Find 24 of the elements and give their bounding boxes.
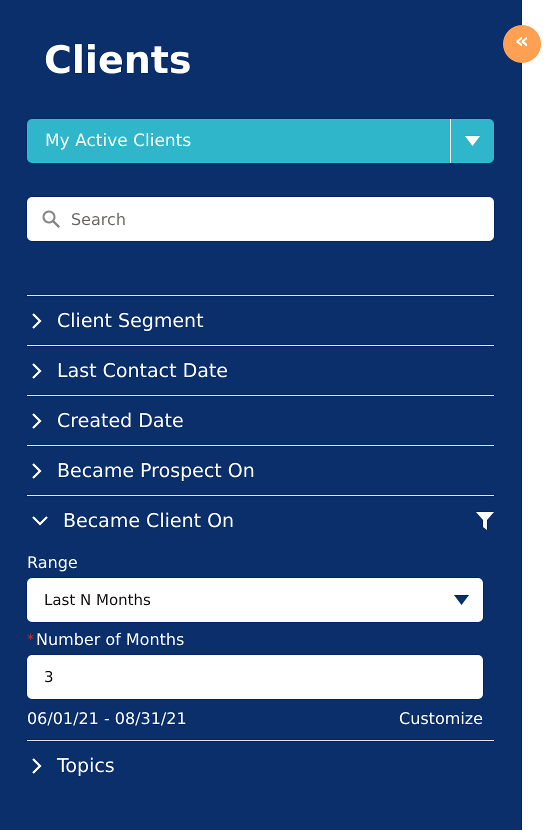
range-select[interactable]: Last N Months — [27, 578, 483, 622]
chevron-right-icon — [31, 756, 43, 774]
chevron-right-icon — [31, 312, 43, 330]
search-field[interactable]: Search — [27, 197, 494, 241]
filter-section-header[interactable]: Client Segment — [27, 296, 494, 345]
number-input[interactable]: 3 — [27, 655, 483, 699]
required-mark: * — [27, 632, 34, 648]
caret-down-icon — [454, 595, 469, 605]
filter-section-header[interactable]: Became Prospect On — [27, 446, 494, 495]
panel-title: Clients — [44, 37, 192, 84]
chevron-right-icon — [31, 412, 43, 430]
chevron-right-icon — [31, 462, 43, 480]
filter-section-header[interactable]: Became Client On — [27, 496, 494, 545]
field-label-text: Range — [27, 553, 78, 572]
chevron-right-icon — [31, 362, 43, 380]
filter-section-header[interactable]: Created Date — [27, 396, 494, 445]
field-label-text: Number of Months — [36, 630, 184, 649]
customize-link[interactable]: Customize — [399, 709, 483, 728]
date-range-text: 06/01/21 - 08/31/21 — [27, 709, 187, 728]
caret-down-icon — [465, 136, 480, 146]
filter-section-header[interactable]: Last Contact Date — [27, 346, 494, 395]
search-icon — [42, 210, 60, 228]
chevron-down-icon — [31, 514, 49, 526]
filter-section-header[interactable]: Topics — [27, 741, 494, 790]
